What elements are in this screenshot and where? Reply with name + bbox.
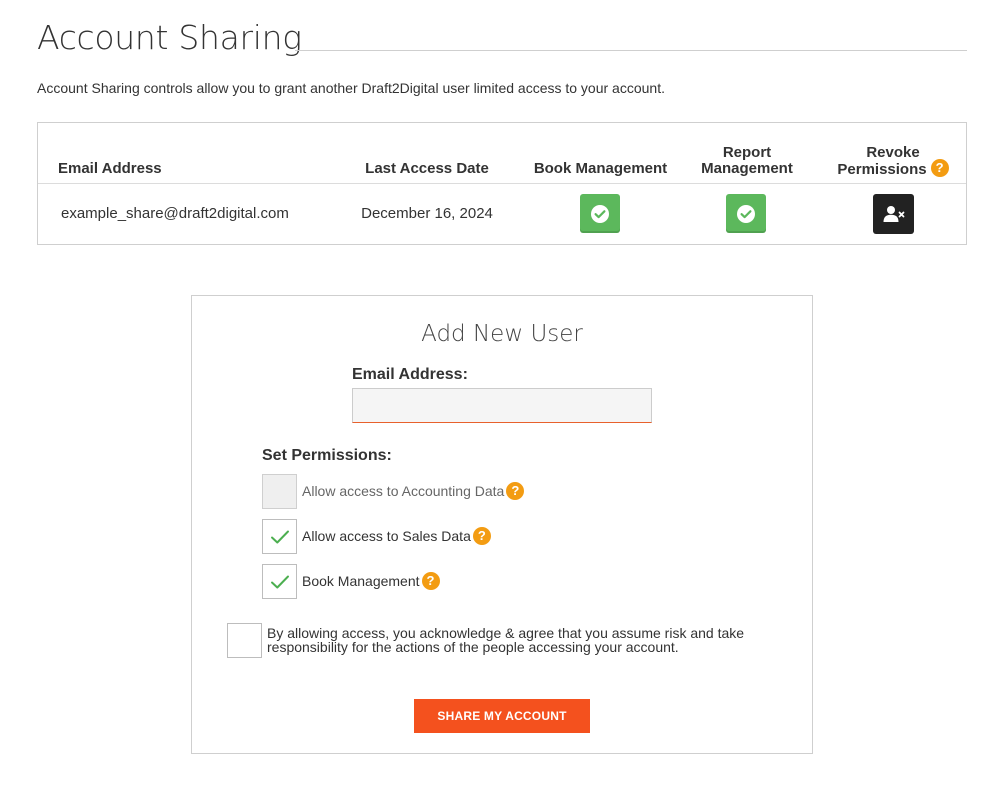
- acknowledge-risk-text: By allowing access, you acknowledge & ag…: [267, 626, 767, 654]
- email-input[interactable]: [352, 388, 652, 423]
- report-management-toggle-button[interactable]: [726, 194, 766, 233]
- sales-data-label: Allow access to Sales Data: [302, 528, 471, 544]
- sales-data-option: Allow access to Sales Data?: [302, 526, 491, 546]
- book-management-option: Book Management?: [302, 571, 440, 591]
- revoke-permissions-button[interactable]: [873, 194, 914, 234]
- user-remove-icon: [883, 206, 904, 222]
- accounting-data-checkbox[interactable]: [262, 474, 297, 509]
- question-circle-icon[interactable]: ?: [421, 572, 440, 591]
- add-new-user-panel: Add New User Email Address: Set Permissi…: [191, 295, 813, 754]
- report-header-line1: Report: [722, 144, 772, 161]
- accounting-data-label: Allow access to Accounting Data: [302, 483, 505, 499]
- share-my-account-button[interactable]: SHARE MY ACCOUNT: [414, 699, 590, 733]
- column-header-email: Email Address: [58, 160, 162, 177]
- book-management-toggle-button[interactable]: [580, 194, 620, 233]
- set-permissions-label: Set Permissions:: [262, 447, 392, 464]
- column-header-last-access: Last Access Date: [365, 160, 489, 177]
- shared-users-table: Email Address Last Access Date Book Mana…: [37, 122, 967, 245]
- acknowledge-line2: responsibility for the actions of the pe…: [267, 639, 679, 655]
- page-header: Account Sharing: [37, 16, 967, 57]
- intro-text: Account Sharing controls allow you to gr…: [37, 80, 665, 96]
- last-access-date: December 16, 2024: [361, 205, 493, 222]
- checkmark-icon: [270, 575, 289, 588]
- question-circle-icon[interactable]: ?: [472, 527, 491, 546]
- table-row-divider: [38, 183, 966, 184]
- title-divider: [295, 50, 967, 51]
- column-header-book-management: Book Management: [533, 160, 668, 177]
- sales-data-checkbox[interactable]: [262, 519, 297, 554]
- check-circle-icon: [737, 204, 755, 223]
- email-label: Email Address:: [352, 366, 468, 383]
- page-title: Account Sharing: [37, 18, 302, 57]
- revoke-header-line1: Revoke: [866, 144, 920, 161]
- book-management-label: Book Management: [302, 573, 420, 589]
- question-circle-icon[interactable]: ?: [506, 482, 525, 501]
- checkmark-icon: [270, 530, 289, 543]
- book-management-checkbox[interactable]: [262, 564, 297, 599]
- column-header-report-management: Report Management: [683, 145, 811, 177]
- check-circle-icon: [591, 204, 609, 223]
- question-circle-icon[interactable]: ?: [930, 159, 949, 177]
- report-header-line2: Management: [701, 160, 793, 177]
- acknowledge-risk-checkbox[interactable]: [227, 623, 262, 658]
- shared-user-email: example_share@draft2digital.com: [61, 205, 289, 222]
- column-header-revoke-permissions: Revoke Permissions?: [818, 145, 968, 179]
- accounting-data-option: Allow access to Accounting Data?: [302, 481, 525, 501]
- revoke-header-line2: Permissions: [837, 160, 927, 178]
- add-user-title: Add New User: [421, 321, 583, 347]
